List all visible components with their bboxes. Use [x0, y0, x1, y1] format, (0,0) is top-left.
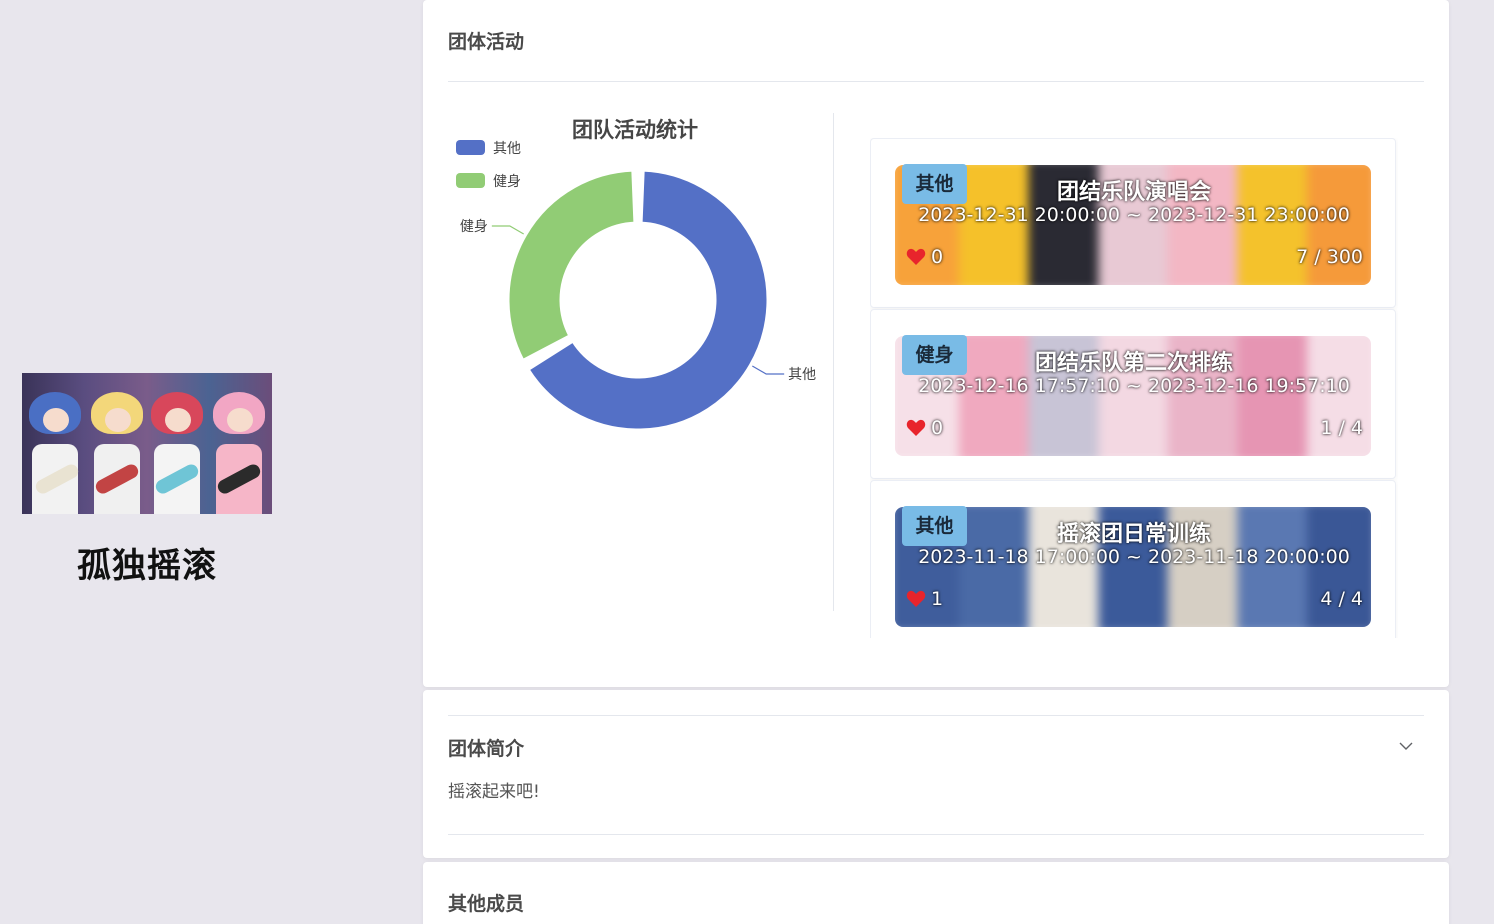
chevron-down-icon[interactable] — [1398, 738, 1414, 754]
activity-card[interactable]: 其他 摇滚团日常训练 2023-11-18 17:00:00 ~ 2023-11… — [870, 480, 1396, 638]
activity-time: 2023-11-18 17:00:00 ~ 2023-11-18 20:00:0… — [918, 546, 1350, 568]
members-card: 其他成员 — [423, 862, 1449, 924]
like-count: 0 — [931, 246, 944, 268]
character-figure — [88, 386, 146, 514]
activity-stats-chart: 团队活动统计 其他健身 其他健身 — [456, 118, 816, 432]
vertical-divider — [833, 113, 834, 611]
activities-card: 团体活动 团队活动统计 其他 健身 其他 健身 其他 团结乐队演唱会 2023-12… — [423, 0, 1449, 687]
label-leader-line — [752, 365, 785, 375]
participant-count: 4 / 4 — [1320, 588, 1363, 610]
activity-title: 摇滚团日常训练 — [1056, 522, 1211, 547]
character-figure — [26, 386, 84, 514]
legend-swatch — [456, 173, 485, 188]
group-name: 孤独摇滚 — [77, 546, 217, 586]
chart-title: 团队活动统计 — [572, 118, 698, 142]
activity-title: 团结乐队演唱会 — [1056, 180, 1211, 205]
heart-icon — [906, 248, 926, 265]
participant-count: 7 / 300 — [1296, 246, 1363, 268]
intro-card: 团体简介 摇滚起来吧! — [423, 690, 1449, 858]
activity-time: 2023-12-16 17:57:10 ~ 2023-12-16 19:57:1… — [918, 375, 1350, 397]
like-count: 0 — [931, 417, 944, 439]
label-leader-line — [491, 225, 524, 235]
participant-count: 1 / 4 — [1320, 417, 1363, 439]
chart-slices — [506, 168, 770, 432]
activity-list[interactable]: 其他 团结乐队演唱会 2023-12-31 20:00:00 ~ 2023-12… — [870, 138, 1398, 638]
legend-label: 健身 — [493, 174, 521, 190]
members-title: 其他成员 — [448, 893, 525, 915]
slice-label: 其他 — [788, 367, 816, 383]
activity-time: 2023-12-31 20:00:00 ~ 2023-12-31 23:00:0… — [918, 204, 1350, 226]
legend-swatch — [456, 140, 485, 155]
group-profile: 孤独摇滚 — [22, 373, 272, 587]
intro-text: 摇滚起来吧! — [448, 782, 540, 802]
activity-card[interactable]: 其他 团结乐队演唱会 2023-12-31 20:00:00 ~ 2023-12… — [870, 138, 1396, 308]
divider — [448, 715, 1424, 716]
like-button[interactable]: 0 — [906, 417, 943, 439]
activities-title: 团体活动 — [448, 31, 525, 53]
character-figure — [210, 386, 268, 514]
divider — [448, 834, 1424, 835]
like-button[interactable]: 0 — [906, 246, 943, 268]
like-button[interactable]: 1 — [906, 588, 943, 610]
heart-icon — [906, 590, 926, 607]
heart-icon — [906, 419, 926, 436]
like-count: 1 — [931, 588, 944, 610]
legend-label: 其他 — [493, 141, 521, 157]
intro-title: 团体简介 — [448, 738, 525, 760]
slice-label: 健身 — [460, 219, 488, 235]
activity-title: 团结乐队第二次排练 — [1034, 351, 1233, 376]
divider — [448, 81, 1424, 82]
character-figure — [148, 386, 206, 514]
activity-card[interactable]: 健身 团结乐队第二次排练 2023-12-16 17:57:10 ~ 2023-… — [870, 309, 1396, 479]
chart-legend: 其他健身 — [456, 140, 521, 190]
group-avatar-image — [22, 373, 272, 514]
pie-slice-健身 — [506, 168, 637, 362]
